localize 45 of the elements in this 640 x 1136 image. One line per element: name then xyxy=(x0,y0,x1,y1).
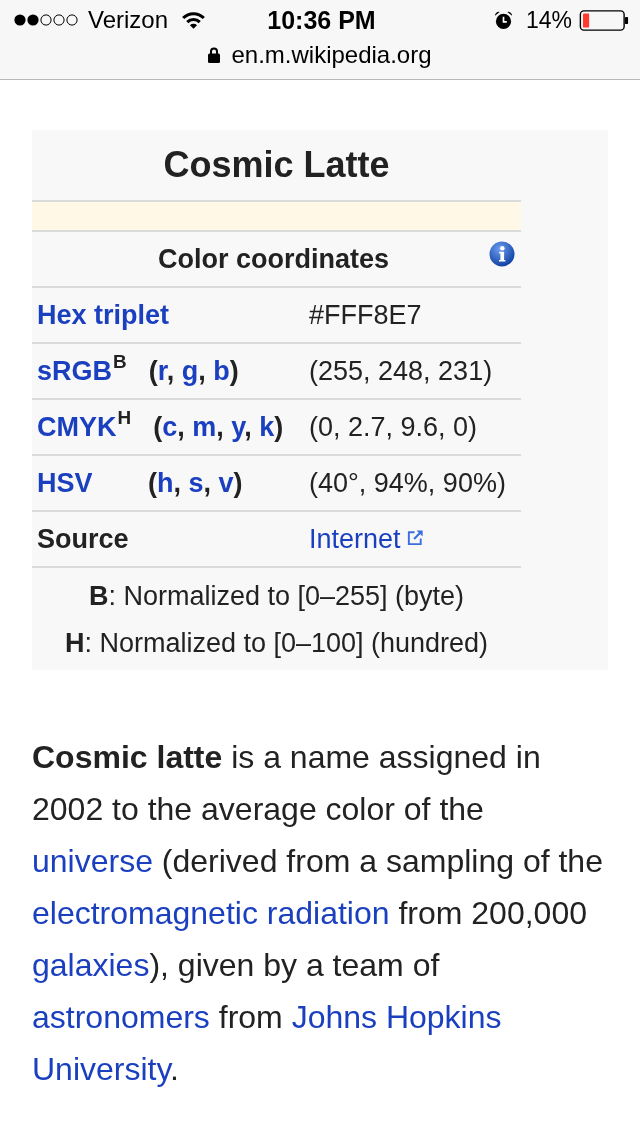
article-link[interactable]: University xyxy=(32,1051,171,1087)
parameter-link[interactable]: g xyxy=(181,355,199,386)
parameter-link[interactable]: s xyxy=(188,467,204,498)
value-text: (40°, 94%, 90%) xyxy=(309,467,506,499)
parameter-link[interactable]: k xyxy=(259,411,275,442)
value-text: (255, 248, 231) xyxy=(309,355,493,387)
parameter-link[interactable]: b xyxy=(213,355,230,386)
address-url[interactable]: en.m.wikipedia.org xyxy=(231,41,432,69)
row-label-link[interactable]: HSV xyxy=(37,467,93,499)
parameter-link[interactable]: h xyxy=(157,467,174,498)
lock-icon xyxy=(208,47,221,63)
article-link[interactable]: electromagnetic radiation xyxy=(32,895,390,931)
coordinate-params: (r, g, b) xyxy=(148,355,239,387)
coordinate-params: (c, m, y, k) xyxy=(153,411,284,443)
battery-percentage: 14% xyxy=(525,6,572,34)
article-paragraph: Cosmic latte is a name assigned in 2002 to the average color of the universe (derived from a sampling of the electromagnetic radiation from 200,000 galaxies), given by a team of astronomers from Johns Hopkins University. xyxy=(32,738,604,1089)
section-header-title: Color coordinates xyxy=(158,243,389,275)
row-label: Source xyxy=(37,523,129,555)
parameter-link[interactable]: m xyxy=(192,411,217,442)
article-link[interactable]: astronomers xyxy=(32,999,210,1035)
infobox-title: Cosmic Latte xyxy=(163,144,390,186)
row-label-link[interactable]: Hex triplet xyxy=(37,299,170,331)
info-icon[interactable] xyxy=(489,241,515,267)
article-link[interactable]: universe xyxy=(32,843,153,879)
value-text: (0, 2.7, 9.6, 0) xyxy=(309,411,478,443)
value-text: #FFF8E7 xyxy=(309,299,422,331)
article-link[interactable]: Johns Hopkins xyxy=(291,999,502,1035)
parameter-link[interactable]: v xyxy=(218,467,234,498)
article-link[interactable]: galaxies xyxy=(32,947,150,983)
footnote-text: H: Normalized to [0–100] (hundred) xyxy=(63,627,490,660)
parameter-link[interactable]: c xyxy=(162,411,178,442)
signal-strength-icon xyxy=(14,14,78,26)
carrier-name: Verizon xyxy=(88,6,169,34)
wifi-icon xyxy=(181,11,207,29)
parameter-link[interactable]: r xyxy=(157,355,167,386)
battery-icon xyxy=(579,9,629,31)
row-label-link[interactable]: CMYK$^{H}$ xyxy=(37,411,132,443)
footnote-text: B: Normalized to [0–255] (byte) xyxy=(87,580,466,613)
row-label-link[interactable]: sRGB$^{B}$ xyxy=(37,355,127,387)
alarm-clock-icon xyxy=(493,10,513,30)
source-link[interactable]: Internet xyxy=(309,523,401,555)
coordinate-params: (h, s, v) xyxy=(148,467,243,499)
clock-time: 10:36 PM xyxy=(267,5,376,35)
parameter-link[interactable]: y xyxy=(231,411,245,442)
external-link-icon xyxy=(405,527,425,547)
